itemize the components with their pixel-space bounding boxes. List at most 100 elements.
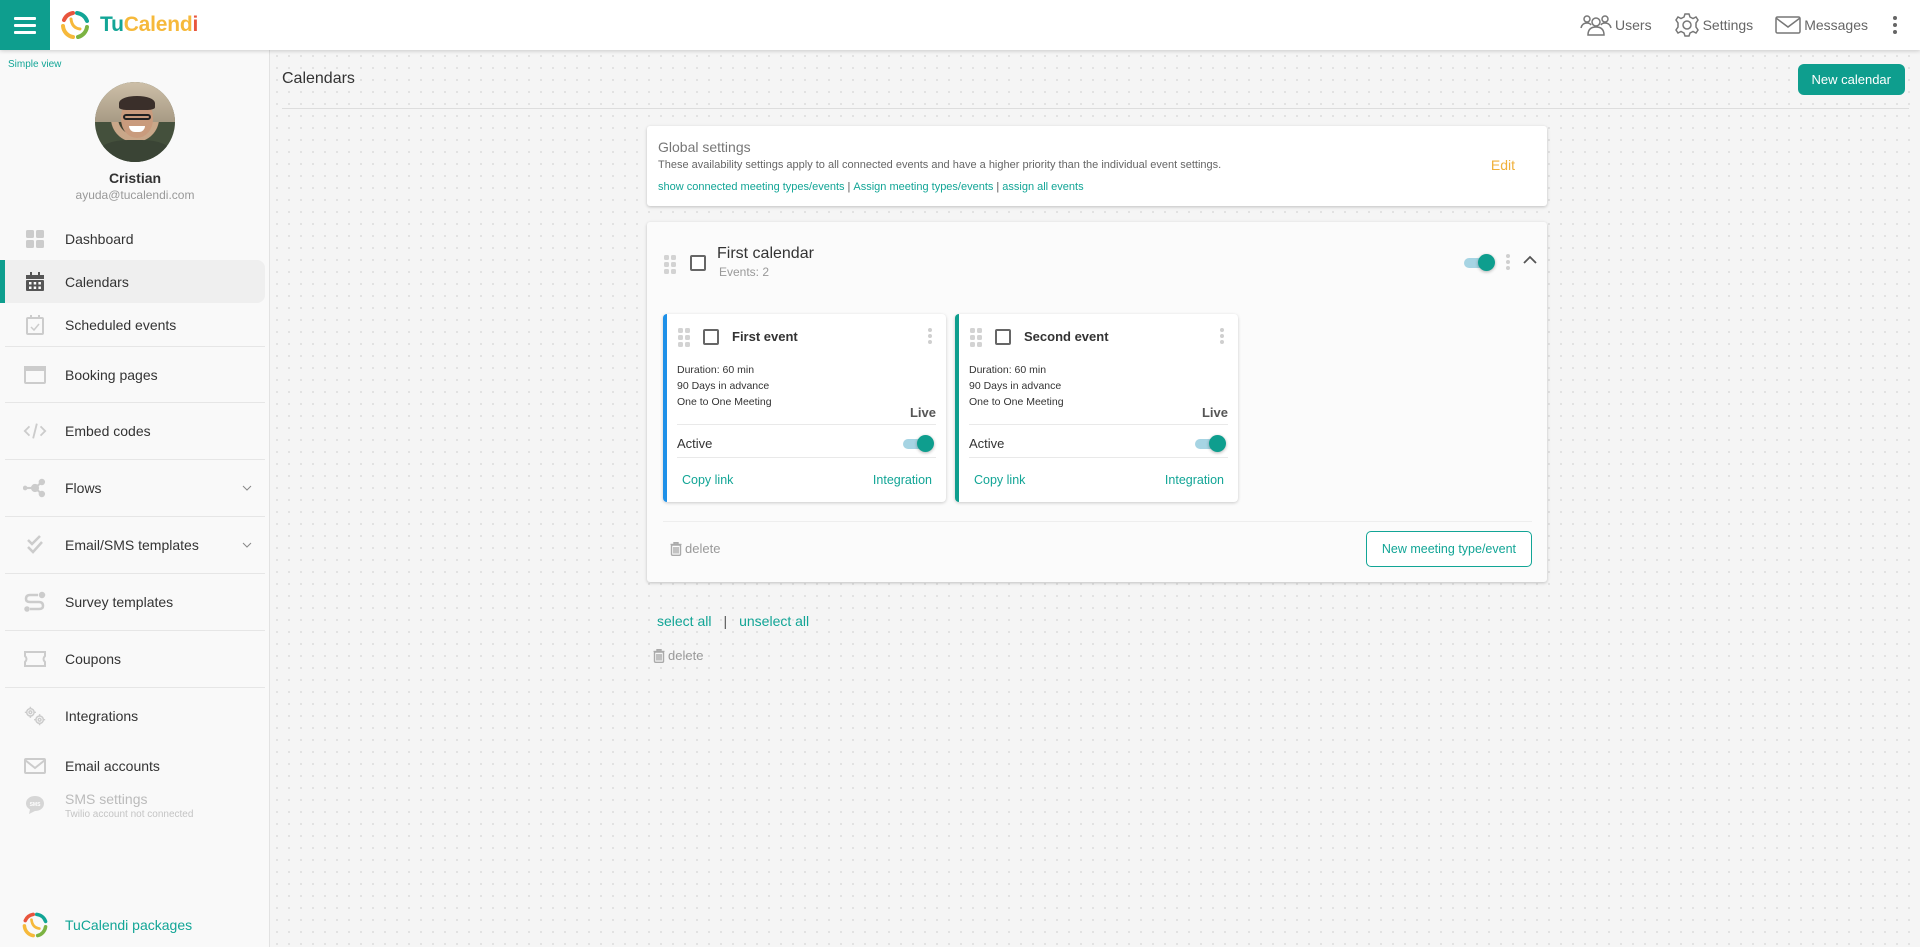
sidebar-item-scheduled-events[interactable]: Scheduled events	[0, 303, 265, 346]
sidebar-item-dashboard[interactable]: Dashboard	[0, 217, 265, 260]
divider	[663, 521, 1532, 522]
coupon-icon	[23, 647, 47, 671]
sidebar-item-label: Survey templates	[65, 594, 174, 610]
link-separator: |	[996, 181, 1000, 193]
delete-label: delete	[668, 648, 704, 663]
more-options-button[interactable]	[1890, 15, 1900, 36]
sidebar-item-label: Booking pages	[65, 366, 158, 383]
hamburger-icon	[14, 15, 36, 36]
event-active-label: Active	[677, 436, 713, 451]
event-options-button[interactable]	[925, 327, 935, 345]
kebab-dot	[1893, 23, 1897, 27]
trash-icon	[653, 648, 665, 663]
chevron-down-icon	[242, 485, 252, 491]
tucalendi-logo-icon	[61, 11, 89, 39]
chevron-down-icon	[242, 542, 252, 548]
drag-handle-icon[interactable]	[664, 255, 676, 274]
settings-label: Settings	[1702, 17, 1754, 33]
envelope-icon	[23, 754, 47, 778]
unselect-all-link[interactable]: unselect all	[739, 613, 809, 629]
sidebar-item-email-accounts[interactable]: Email accounts	[0, 744, 265, 787]
code-icon	[23, 419, 47, 443]
sidebar-item-integrations[interactable]: Integrations	[0, 688, 265, 744]
event-active-toggle[interactable]	[903, 435, 934, 452]
brand-name: TuCalendi	[100, 13, 198, 37]
global-settings-description: These availability settings apply to all…	[658, 159, 1222, 171]
brand-part-tu: Tu	[100, 13, 124, 36]
copy-link-button[interactable]: Copy link	[974, 473, 1025, 487]
event-advance: 90 Days in advance	[969, 380, 1062, 392]
calendar-events-count: Events: 2	[719, 265, 770, 279]
sidebar-item-sms-settings[interactable]: SMS SMS settings Twilio account not conn…	[0, 787, 265, 835]
select-all-link[interactable]: select all	[657, 613, 711, 629]
calendar-options-button[interactable]	[1503, 253, 1513, 271]
integration-link[interactable]: Integration	[873, 473, 932, 487]
delete-selected-button[interactable]: delete	[653, 648, 703, 663]
event-active-label: Active	[969, 436, 1005, 451]
avatar[interactable]	[95, 82, 175, 162]
event-checkbox[interactable]	[703, 329, 719, 345]
flows-icon	[23, 476, 47, 500]
divider	[677, 457, 936, 458]
tucalendi-packages-link[interactable]: TuCalendi packages	[0, 903, 270, 947]
sidebar-item-coupons[interactable]: Coupons	[0, 631, 265, 687]
sidebar-item-label: Coupons	[65, 651, 122, 667]
event-card: Second event Duration: 60 min 90 Days in…	[955, 314, 1238, 502]
kebab-dot	[1893, 16, 1897, 20]
event-advance: 90 Days in advance	[677, 380, 770, 392]
brand-logo[interactable]: TuCalendi	[58, 8, 198, 42]
sidebar-item-label: Dashboard	[65, 230, 134, 247]
sidebar-item-label: Embed codes	[65, 423, 151, 439]
messages-label: Messages	[1804, 17, 1868, 33]
sidebar-item-booking-pages[interactable]: Booking pages	[0, 347, 265, 402]
sidebar-item-label: Flows	[65, 480, 102, 496]
gears-icon	[23, 704, 47, 728]
sidebar-item-email-sms-templates[interactable]: Email/SMS templates	[0, 517, 265, 573]
main-content: Calendars New calendar Global settings T…	[271, 50, 1920, 947]
assign-all-events-link[interactable]: assign all events	[1002, 181, 1083, 193]
event-options-button[interactable]	[1217, 327, 1227, 345]
title-divider	[282, 108, 1909, 109]
edit-global-settings-button[interactable]: Edit	[1491, 157, 1515, 173]
divider	[969, 424, 1228, 425]
trash-icon	[670, 541, 682, 556]
drag-handle-icon[interactable]	[678, 328, 690, 347]
divider	[677, 424, 936, 425]
sidebar-item-survey-templates[interactable]: Survey templates	[0, 574, 265, 630]
messages-link[interactable]: Messages	[1775, 15, 1868, 35]
calendar-checkbox[interactable]	[690, 255, 706, 271]
delete-calendar-button[interactable]: delete	[670, 541, 720, 556]
divider	[969, 457, 1228, 458]
menu-toggle-button[interactable]	[0, 0, 50, 50]
event-status: Live	[1201, 405, 1228, 420]
event-active-toggle[interactable]	[1195, 435, 1226, 452]
drag-handle-icon[interactable]	[970, 328, 982, 347]
users-label: Users	[1615, 17, 1652, 33]
copy-link-button[interactable]: Copy link	[682, 473, 733, 487]
simple-view-link[interactable]: Simple view	[8, 59, 61, 70]
calendar-enabled-toggle[interactable]	[1464, 254, 1495, 271]
new-calendar-button[interactable]: New calendar	[1797, 64, 1905, 95]
assign-meeting-types-link[interactable]: Assign meeting types/events	[853, 181, 993, 193]
sidebar-item-label: Integrations	[65, 708, 139, 724]
global-settings-card: Global settings These availability setti…	[647, 126, 1547, 206]
sidebar-item-embed-codes[interactable]: Embed codes	[0, 403, 265, 459]
user-email: ayuda@tucalendi.com	[75, 188, 195, 202]
gear-icon	[1674, 13, 1699, 37]
sidebar-nav: Dashboard Calendars Scheduled events Boo…	[0, 217, 270, 835]
event-checkbox[interactable]	[995, 329, 1011, 345]
event-name: First event	[732, 329, 798, 344]
show-connected-link[interactable]: show connected meeting types/events	[658, 181, 845, 193]
chevron-up-icon[interactable]	[1523, 255, 1537, 264]
event-status: Live	[909, 405, 936, 420]
new-meeting-type-button[interactable]: New meeting type/event	[1365, 531, 1532, 567]
delete-label: delete	[685, 541, 721, 556]
sidebar-item-flows[interactable]: Flows	[0, 460, 265, 516]
avatar-shirt	[99, 140, 171, 162]
integration-link[interactable]: Integration	[1165, 473, 1224, 487]
event-duration: Duration: 60 min	[969, 364, 1047, 376]
users-link[interactable]: Users	[1580, 13, 1652, 37]
sidebar-item-calendars[interactable]: Calendars	[0, 260, 265, 303]
settings-link[interactable]: Settings	[1674, 12, 1754, 38]
survey-icon	[23, 590, 47, 614]
